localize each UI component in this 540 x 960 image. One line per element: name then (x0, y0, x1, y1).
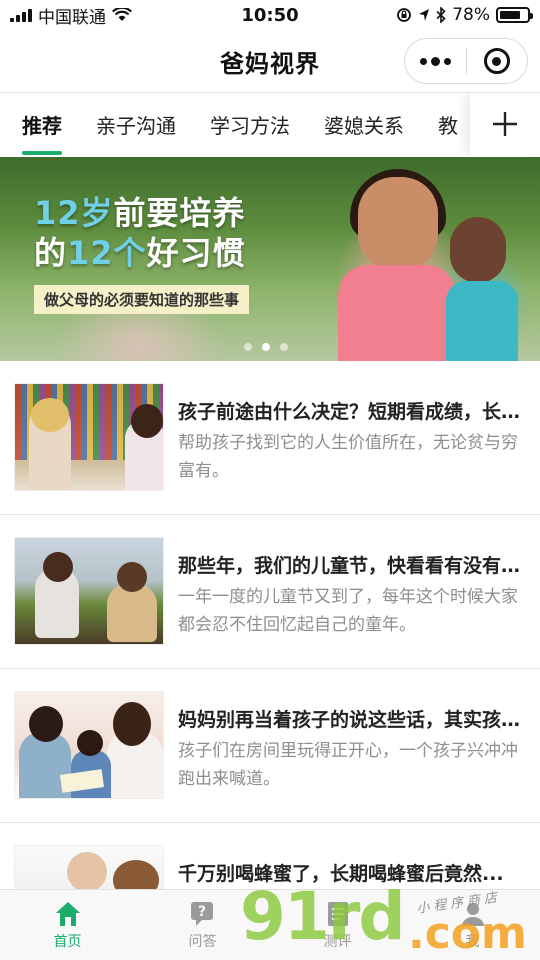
article-list: 孩子前途由什么决定？短期看成绩，长期看... 帮助孩子找到它的人生价值所在，无论… (0, 361, 540, 960)
signal-icon (10, 8, 32, 22)
carrier-label: 中国联通 (38, 7, 106, 28)
plus-icon (493, 112, 517, 136)
banner-carousel[interactable]: 12岁前要培养 的12个好习惯 做父母的必须要知道的那些事 (0, 157, 540, 361)
title-bar: 爸妈视界 (0, 30, 540, 92)
user-icon (461, 903, 484, 926)
article-title: 孩子前途由什么决定？短期看成绩，长期看... (178, 401, 524, 423)
more-icon (419, 57, 427, 65)
battery-icon (496, 7, 533, 23)
tab-recommend[interactable]: 推荐 (22, 93, 62, 155)
page-title: 爸妈视界 (220, 49, 320, 78)
banner-headline-line1: 前要培养 (113, 194, 246, 232)
article-title: 妈妈别再当着孩子的说这些话，其实孩子... (178, 709, 524, 731)
bottom-tab-bar: 首页 ? 问答 测评 我 (0, 889, 540, 960)
tab-study-method[interactable]: 学习方法 (210, 93, 290, 155)
article-item[interactable]: 孩子前途由什么决定？短期看成绩，长期看... 帮助孩子找到它的人生价值所在，无论… (0, 361, 540, 515)
article-desc: 一年一度的儿童节又到了，每年这个时候大家都会忍不住回忆起自己的童年。 (178, 587, 518, 635)
qa-bubble-icon: ? (190, 902, 213, 926)
evaluation-icon (327, 902, 348, 926)
tab-education[interactable]: 教 (438, 93, 458, 155)
article-item[interactable]: 那些年，我们的儿童节，快看看有没有你... 一年一度的儿童节又到了，每年这个时候… (0, 515, 540, 669)
article-thumbnail (14, 691, 164, 799)
wifi-icon (112, 8, 132, 21)
banner-photo-boy (450, 217, 506, 283)
status-left: 中国联通 (10, 3, 132, 28)
tabbar-me-label: 我 (465, 934, 480, 950)
add-tab-button[interactable] (470, 93, 540, 155)
banner-headline-line2b: 好习惯 (146, 234, 246, 272)
banner-headline-line2a: 的 (34, 234, 68, 272)
tabbar-home-label: 首页 (53, 934, 82, 950)
tabbar-home[interactable]: 首页 (0, 890, 135, 960)
tab-parent-child[interactable]: 亲子沟通 (96, 93, 176, 155)
article-thumbnail (14, 537, 164, 645)
banner-highlight-age: 12岁 (34, 194, 114, 232)
status-right: 78% (396, 5, 533, 25)
category-tabs: 推荐 亲子沟通 学习方法 婆媳关系 教 (0, 92, 540, 156)
carousel-dots (244, 343, 288, 351)
battery-percent: 78% (452, 5, 490, 25)
article-title: 那些年，我们的儿童节，快看看有没有你... (178, 555, 524, 577)
svg-text:?: ? (197, 904, 205, 920)
tabbar-qa-label: 问答 (188, 934, 217, 950)
tab-list: 推荐 亲子沟通 学习方法 婆媳关系 教 (0, 93, 540, 155)
more-button[interactable] (405, 56, 466, 66)
carousel-dot[interactable] (244, 343, 252, 351)
close-button[interactable] (467, 48, 528, 74)
tabbar-qa[interactable]: ? 问答 (135, 890, 270, 960)
article-title: 千万别喝蜂蜜了，长期喝蜂蜜后竟然... (178, 863, 504, 885)
location-arrow-icon (419, 9, 430, 21)
carousel-dot[interactable] (262, 343, 270, 351)
tab-in-laws[interactable]: 婆媳关系 (324, 93, 404, 155)
banner-headline: 12岁前要培养 的12个好习惯 (34, 193, 246, 273)
article-desc: 孩子们在房间里玩得正开心，一个孩子兴冲冲跑出来喊道。 (178, 741, 518, 789)
article-thumbnail (14, 383, 164, 491)
article-desc: 帮助孩子找到它的人生价值所在，无论贫与穷富有。 (178, 433, 518, 481)
tabbar-evaluation[interactable]: 测评 (270, 890, 405, 960)
rotation-lock-icon (397, 8, 412, 22)
carousel-dot[interactable] (280, 343, 288, 351)
bluetooth-icon (436, 7, 446, 23)
miniprogram-capsule (404, 38, 528, 84)
banner-subtitle: 做父母的必须要知道的那些事 (34, 285, 250, 314)
article-item[interactable]: 妈妈别再当着孩子的说这些话，其实孩子... 孩子们在房间里玩得正开心，一个孩子兴… (0, 669, 540, 823)
tabbar-evaluation-label: 测评 (323, 934, 352, 950)
close-target-icon (483, 48, 510, 74)
banner-highlight-count: 12个 (67, 234, 147, 272)
tabbar-me[interactable]: 我 (405, 890, 540, 960)
battery-fill (500, 11, 521, 19)
status-bar: 中国联通 10:50 78% (0, 0, 540, 30)
home-icon (55, 902, 80, 926)
